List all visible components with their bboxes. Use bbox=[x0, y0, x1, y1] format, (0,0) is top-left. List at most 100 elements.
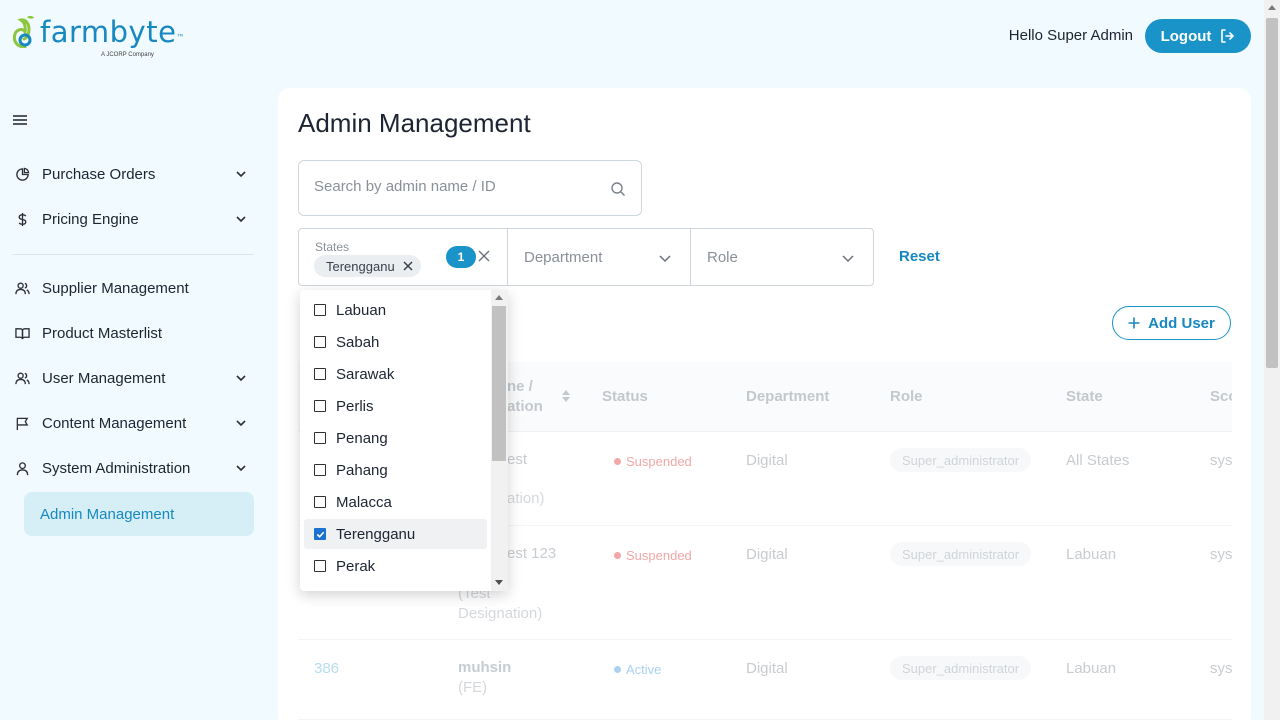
status-dot bbox=[614, 666, 621, 673]
option-label: Penang bbox=[336, 429, 388, 447]
role-select[interactable]: Role bbox=[691, 229, 873, 285]
header-name-line1: ne / bbox=[507, 378, 533, 395]
sidebar-item-label: Purchase Orders bbox=[42, 165, 156, 183]
cell-department: Digital bbox=[746, 660, 788, 677]
brand-subtitle: A JCORP Company bbox=[101, 52, 154, 58]
cell-state: Labuan bbox=[1066, 660, 1117, 677]
admin-name: muhsin bbox=[458, 659, 512, 676]
reset-filters-link[interactable]: Reset bbox=[899, 248, 940, 265]
add-user-button[interactable]: Add User bbox=[1112, 306, 1231, 340]
option-label: Sabah bbox=[336, 333, 380, 351]
checkbox[interactable] bbox=[314, 400, 326, 412]
dropdown-scrollbar[interactable] bbox=[491, 290, 508, 591]
state-option-terengganu[interactable]: Terengganu bbox=[304, 519, 487, 549]
scroll-up-arrow-icon[interactable] bbox=[495, 295, 503, 300]
scroll-down-arrow-icon[interactable] bbox=[495, 580, 503, 585]
status-dot bbox=[614, 458, 621, 465]
department-select[interactable]: Department bbox=[508, 229, 690, 285]
sidebar-item-purchase-orders[interactable]: Purchase Orders bbox=[14, 157, 254, 191]
option-label: Pahang bbox=[336, 461, 388, 479]
column-header-name[interactable]: ne / ation bbox=[507, 377, 543, 417]
cell-name: muhsin (FE) bbox=[458, 658, 511, 698]
scrollbar-thumb[interactable] bbox=[492, 306, 506, 461]
chevron-down-icon bbox=[842, 255, 854, 263]
status-badge: Suspended bbox=[614, 454, 692, 469]
column-header-status[interactable]: Status bbox=[602, 388, 648, 405]
state-option-sarawak[interactable]: Sarawak bbox=[304, 359, 487, 389]
state-option-pahang[interactable]: Pahang bbox=[304, 455, 487, 485]
status-dot bbox=[614, 552, 621, 559]
cell-id[interactable]: 386 bbox=[314, 660, 339, 677]
column-header-department[interactable]: Department bbox=[746, 388, 829, 405]
cell-department: Digital bbox=[746, 452, 788, 469]
sidebar-subitem-admin-management[interactable]: Admin Management bbox=[24, 492, 254, 536]
selected-count-badge: 1 bbox=[446, 246, 476, 268]
chip-remove-icon[interactable] bbox=[403, 261, 413, 271]
pie-chart-icon bbox=[14, 166, 30, 182]
state-option-perak[interactable]: Perak bbox=[304, 551, 487, 581]
sidebar-item-pricing-engine[interactable]: Pricing Engine bbox=[14, 202, 254, 236]
checkbox[interactable] bbox=[314, 560, 326, 572]
brand-logo: farmbyte™ A JCORP Company bbox=[12, 12, 185, 62]
column-header-state[interactable]: State bbox=[1066, 388, 1103, 405]
checkbox[interactable] bbox=[314, 432, 326, 444]
state-option-labuan[interactable]: Labuan bbox=[304, 295, 487, 325]
admin-designation: (FE) bbox=[458, 679, 488, 696]
brand-trademark: ™ bbox=[176, 33, 185, 42]
search-icon[interactable] bbox=[610, 181, 626, 197]
sidebar-item-label: System Administration bbox=[42, 459, 191, 477]
page-scrollbar-thumb[interactable] bbox=[1266, 18, 1278, 368]
role-pill: Super_administrator bbox=[890, 542, 1032, 566]
sort-icon[interactable] bbox=[562, 390, 570, 402]
checkbox[interactable] bbox=[314, 304, 326, 316]
cell-name: est 123 bbox=[507, 544, 556, 564]
table-row[interactable]: 386 muhsin (FE) Active Digital Super_admi… bbox=[298, 640, 1232, 720]
cell-department: Digital bbox=[746, 546, 788, 563]
option-label: Perlis bbox=[336, 397, 374, 415]
option-label: Perak bbox=[336, 557, 376, 575]
sidebar-item-user-management[interactable]: User Management bbox=[14, 361, 254, 395]
sidebar-item-supplier-management[interactable]: Supplier Management bbox=[14, 271, 254, 305]
sidebar-item-label: Content Management bbox=[42, 414, 187, 432]
checkbox[interactable] bbox=[314, 336, 326, 348]
checkbox[interactable] bbox=[314, 496, 326, 508]
sidebar-item-content-management[interactable]: Content Management bbox=[14, 406, 254, 440]
dollar-icon bbox=[14, 211, 30, 227]
sidebar-item-system-administration[interactable]: System Administration bbox=[14, 451, 254, 485]
department-placeholder: Department bbox=[524, 248, 603, 266]
page-title: Admin Management bbox=[298, 108, 531, 138]
checkbox[interactable] bbox=[314, 464, 326, 476]
clear-states-icon[interactable] bbox=[478, 250, 490, 262]
checkbox[interactable] bbox=[314, 368, 326, 380]
users-icon bbox=[14, 280, 30, 296]
column-header-role[interactable]: Role bbox=[890, 388, 923, 405]
column-header-scope[interactable]: Sco bbox=[1210, 388, 1232, 405]
check-icon bbox=[316, 531, 324, 538]
cell-name: est bbox=[507, 450, 527, 470]
designation-line2: Designation) bbox=[458, 605, 543, 622]
admin-name: est 123 bbox=[507, 545, 557, 562]
status-badge: Suspended bbox=[614, 548, 692, 563]
logout-button[interactable]: Logout bbox=[1145, 19, 1251, 53]
state-option-perlis[interactable]: Perlis bbox=[304, 391, 487, 421]
selected-state-chip: Terengganu bbox=[314, 255, 421, 277]
chevron-down-icon bbox=[236, 420, 246, 427]
sidebar-item-label: Supplier Management bbox=[42, 279, 189, 297]
sidebar-item-product-masterlist[interactable]: Product Masterlist bbox=[14, 316, 254, 350]
state-option-sabah[interactable]: Sabah bbox=[304, 327, 487, 357]
header-name-line2: ation bbox=[507, 398, 543, 415]
state-option-malacca[interactable]: Malacca bbox=[304, 487, 487, 517]
states-dropdown: Labuan Sabah Sarawak Perlis Penang Pahan… bbox=[300, 290, 508, 591]
filter-bar: States Terengganu 1 Department Role bbox=[298, 228, 874, 286]
cell-scope: sys bbox=[1210, 452, 1232, 469]
hamburger-menu-icon[interactable] bbox=[12, 113, 28, 127]
page-scrollbar[interactable] bbox=[1264, 0, 1280, 720]
state-option-penang[interactable]: Penang bbox=[304, 423, 487, 453]
sidebar-divider bbox=[12, 254, 254, 255]
role-pill: Super_administrator bbox=[890, 448, 1032, 472]
search-input[interactable] bbox=[314, 178, 594, 195]
plus-icon bbox=[1128, 317, 1140, 329]
checkbox-checked[interactable] bbox=[314, 528, 326, 540]
book-icon bbox=[14, 325, 30, 341]
scroll-up-arrow-icon[interactable] bbox=[1268, 5, 1276, 10]
